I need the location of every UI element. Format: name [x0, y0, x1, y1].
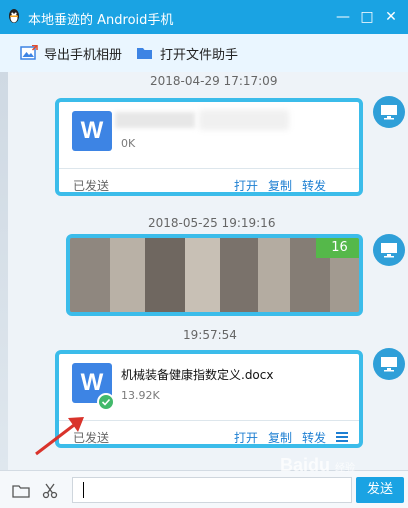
- image-thumbnail[interactable]: [70, 238, 110, 312]
- image-message-bubble[interactable]: 16: [66, 234, 363, 316]
- scissors-icon[interactable]: [42, 483, 58, 499]
- baidu-watermark: Baidu 经验: [280, 455, 356, 475]
- image-thumbnail[interactable]: [220, 238, 258, 312]
- bubble-divider: [59, 420, 359, 421]
- more-menu-icon[interactable]: [336, 432, 348, 442]
- open-file-helper-button[interactable]: 打开文件助手: [136, 44, 239, 63]
- close-button[interactable]: ✕: [379, 5, 403, 29]
- sent-check-icon: [97, 393, 115, 411]
- copy-link[interactable]: 复制: [268, 177, 292, 194]
- blurred-file-name: [199, 110, 289, 130]
- monitor-icon: [381, 357, 397, 372]
- bubble-divider: [59, 168, 359, 169]
- monitor-icon: [381, 243, 397, 258]
- title-bar: 本地垂迹的 Android手机 — □ ✕: [0, 0, 408, 34]
- message-timestamp: 2018-04-29 17:17:09: [150, 74, 278, 88]
- open-file-helper-label: 打开文件助手: [160, 47, 239, 63]
- send-status: 已发送: [73, 179, 110, 193]
- device-avatar: [373, 96, 405, 128]
- file-size: 13.92K: [121, 389, 160, 402]
- export-album-button[interactable]: 导出手机相册: [20, 44, 123, 63]
- export-album-label: 导出手机相册: [44, 47, 123, 63]
- message-input[interactable]: [72, 477, 352, 503]
- device-avatar: [373, 234, 405, 266]
- open-link[interactable]: 打开: [234, 429, 258, 446]
- message-timestamp: 19:57:54: [183, 328, 237, 342]
- blurred-file-name: [115, 112, 195, 128]
- open-link[interactable]: 打开: [234, 177, 258, 194]
- image-thumbnail[interactable]: [258, 238, 290, 312]
- forward-link[interactable]: 转发: [302, 429, 326, 446]
- maximize-button[interactable]: □: [355, 5, 379, 29]
- file-message-bubble[interactable]: W 0K 已发送 打开 复制 转发: [55, 98, 363, 196]
- image-thumbnail[interactable]: [145, 238, 185, 312]
- file-name[interactable]: 机械装备健康指数定义.docx: [121, 366, 273, 383]
- file-message-bubble[interactable]: W 机械装备健康指数定义.docx 13.92K 已发送 打开 复制 转发: [55, 350, 363, 448]
- minimize-button[interactable]: —: [331, 5, 355, 29]
- qq-penguin-icon: [9, 9, 19, 23]
- toolbar: 导出手机相册 打开文件助手: [0, 34, 408, 73]
- photo-icon: [20, 45, 38, 60]
- folder-icon[interactable]: [12, 484, 30, 498]
- word-doc-icon: W: [72, 111, 112, 151]
- copy-link[interactable]: 复制: [268, 429, 292, 446]
- device-avatar: [373, 348, 405, 380]
- red-arrow-annotation-icon: [35, 417, 84, 456]
- file-size: 0K: [121, 137, 136, 150]
- folder-icon: [137, 48, 152, 59]
- image-thumbnail[interactable]: [185, 238, 220, 312]
- image-thumbnail[interactable]: [110, 238, 145, 312]
- monitor-icon: [381, 105, 397, 120]
- text-caret: [83, 482, 84, 498]
- image-count-badge: 16: [316, 238, 359, 258]
- message-timestamp: 2018-05-25 19:19:16: [148, 216, 276, 230]
- window-title: 本地垂迹的 Android手机: [28, 13, 174, 28]
- forward-link[interactable]: 转发: [302, 177, 326, 194]
- left-panel-edge: [0, 72, 8, 470]
- chat-area[interactable]: 2018-04-29 17:17:09 W 0K 已发送 打开 复制 转发 20…: [0, 72, 408, 470]
- send-button[interactable]: 发送: [356, 477, 404, 503]
